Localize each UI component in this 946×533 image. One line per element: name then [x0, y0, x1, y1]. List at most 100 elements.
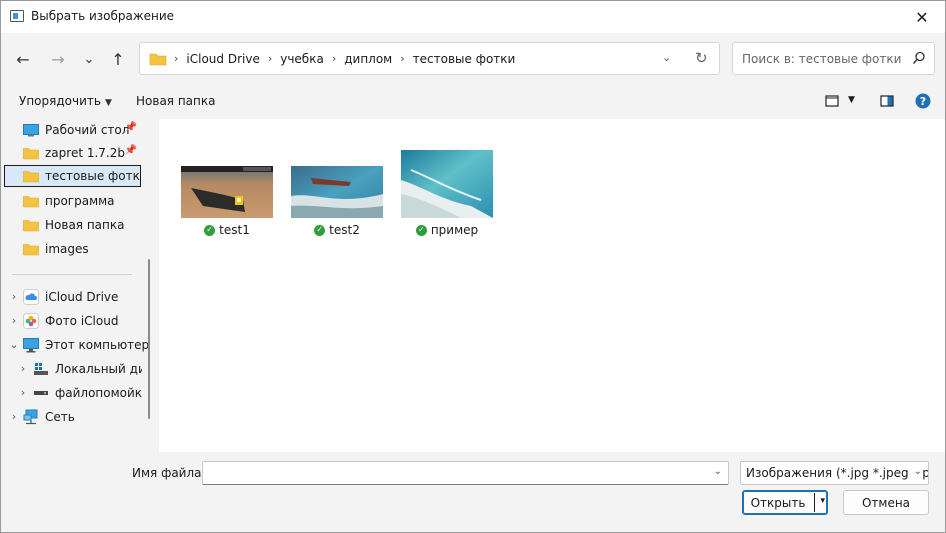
- help-button[interactable]: ?: [915, 93, 931, 112]
- sidebar-item-this-pc[interactable]: Этот компьютер: [23, 334, 148, 356]
- sidebar-item-label: Рабочий стол: [45, 123, 130, 137]
- sidebar-item-label: Этот компьютер: [45, 338, 148, 352]
- folder-icon: [23, 145, 39, 161]
- sidebar-item-label: Фото iCloud: [45, 314, 119, 328]
- photos-icon: [23, 313, 39, 329]
- filename-label: Имя файла:: [132, 466, 206, 480]
- help-icon-glyph: ?: [920, 95, 926, 108]
- pin-icon: 📌: [124, 122, 137, 133]
- sidebar-item-programma[interactable]: программа: [23, 190, 141, 212]
- expand-chevron-icon[interactable]: ›: [17, 386, 29, 399]
- sync-status-icon: ✓: [204, 224, 216, 236]
- breadcrumb: › iCloud Drive › учебка › диплом › тесто…: [174, 43, 515, 74]
- folder-icon: [149, 52, 167, 69]
- file-type-select[interactable]: Изображения (*.jpg *.jpeg *.pr ⌄: [740, 461, 929, 485]
- drive-icon: [33, 385, 49, 401]
- open-options-caret[interactable]: ▾: [820, 496, 825, 506]
- up-button[interactable]: ↑: [105, 47, 131, 71]
- file-name: ✓ пример: [397, 222, 497, 238]
- view-options-caret[interactable]: ▼: [848, 95, 855, 105]
- file-thumbnail: [291, 166, 383, 218]
- organize-label: Упорядочить: [19, 94, 101, 108]
- sidebar-item-icloud-drive[interactable]: iCloud Drive: [23, 286, 141, 308]
- sidebar-item-label: программа: [45, 194, 115, 208]
- chevron-down-icon: ▼: [104, 98, 112, 108]
- open-button[interactable]: Открыть ▾: [742, 490, 828, 515]
- file-name: ✓ test2: [287, 222, 387, 238]
- expand-chevron-icon[interactable]: ›: [8, 410, 20, 423]
- cancel-button[interactable]: Отмена: [843, 490, 929, 515]
- split-separator: [814, 493, 815, 512]
- sidebar-item-local-disk[interactable]: Локальный диск: [33, 358, 142, 380]
- forward-button[interactable]: →: [45, 47, 71, 71]
- file-tile[interactable]: ✓ пример: [397, 150, 497, 238]
- recent-locations-button[interactable]: ⌄: [76, 47, 102, 71]
- breadcrumb-separator: ›: [400, 52, 405, 65]
- file-list: ✓ test1 ✓ test2 ✓ пример: [159, 119, 945, 452]
- sidebar-divider: [12, 274, 132, 275]
- preview-pane-button[interactable]: [880, 95, 894, 110]
- sidebar-item-label: iCloud Drive: [45, 290, 119, 304]
- sidebar-item-icloud-photos[interactable]: Фото iCloud: [23, 310, 141, 332]
- address-bar[interactable]: › iCloud Drive › учебка › диплом › тесто…: [139, 42, 720, 75]
- sidebar-item-label: zapret 1.7.2b: [45, 146, 125, 160]
- new-folder-button[interactable]: Новая папка: [136, 94, 215, 108]
- file-label: пример: [430, 223, 479, 237]
- close-button[interactable]: ✕: [899, 1, 945, 33]
- file-thumbnail: [401, 150, 493, 218]
- search-box[interactable]: Поиск в: тестовые фотки: [732, 42, 935, 75]
- dialog-footer: Имя файла: ⌄ Изображения (*.jpg *.jpeg *…: [1, 452, 945, 532]
- expand-chevron-icon[interactable]: ›: [8, 290, 20, 303]
- dialog-title: Выбрать изображение: [31, 9, 175, 23]
- search-placeholder: Поиск в: тестовые фотки: [742, 52, 902, 66]
- filename-input[interactable]: ⌄: [202, 461, 729, 485]
- sidebar-item-label: Сеть: [45, 410, 75, 424]
- sidebar-item-new-folder[interactable]: Новая папка: [23, 214, 141, 236]
- breadcrumb-item-diplom[interactable]: диплом: [344, 52, 392, 66]
- file-tile[interactable]: ✓ test2: [287, 166, 387, 238]
- icloud-icon: [23, 289, 39, 305]
- file-tile[interactable]: ✓ test1: [177, 166, 277, 238]
- folder-icon: [23, 217, 39, 233]
- breadcrumb-separator: ›: [267, 52, 273, 65]
- sidebar-item-desktop[interactable]: Рабочий стол 📌: [23, 119, 141, 141]
- sidebar-scrollbar[interactable]: [148, 259, 150, 419]
- expand-chevron-icon[interactable]: ›: [8, 314, 20, 327]
- sidebar-item-zapret[interactable]: zapret 1.7.2b 📌: [23, 142, 141, 164]
- sidebar-item-network[interactable]: Сеть: [23, 406, 141, 428]
- desktop-icon: [23, 122, 39, 138]
- folder-icon: [23, 168, 39, 184]
- file-type-value: Изображения (*.jpg *.jpeg *.pr: [746, 466, 929, 480]
- dialog-icon: [10, 10, 24, 22]
- file-thumbnail: [181, 166, 273, 218]
- folder-icon: [23, 241, 39, 257]
- organize-button[interactable]: Упорядочить ▼: [19, 94, 112, 108]
- file-name: ✓ test1: [177, 222, 277, 238]
- title-bar: Выбрать изображение ✕: [1, 1, 945, 33]
- refresh-button[interactable]: ↻: [695, 49, 708, 67]
- sidebar-item-label: images: [45, 242, 89, 256]
- sidebar-item-label: Новая папка: [45, 218, 125, 232]
- breadcrumb-separator: ›: [331, 52, 337, 65]
- breadcrumb-item-icloud[interactable]: iCloud Drive: [186, 52, 259, 66]
- change-view-button[interactable]: [825, 95, 839, 110]
- sidebar-item-images[interactable]: images: [23, 238, 141, 260]
- folder-icon: [23, 193, 39, 209]
- sidebar-item-test-photos[interactable]: тестовые фотки: [4, 165, 141, 187]
- sidebar-item-file-dump[interactable]: файлопомойка: [33, 382, 142, 404]
- breadcrumb-item-test-photos[interactable]: тестовые фотки: [413, 52, 516, 66]
- breadcrumb-item-uchebka[interactable]: учебка: [280, 52, 324, 66]
- back-button[interactable]: ←: [10, 47, 36, 71]
- chevron-down-icon[interactable]: ⌄: [714, 466, 722, 477]
- search-icon[interactable]: [912, 51, 926, 68]
- expand-chevron-icon[interactable]: ›: [17, 362, 29, 375]
- command-bar: Упорядочить ▼ Новая папка ▼ ?: [1, 85, 945, 119]
- network-icon: [23, 409, 39, 425]
- breadcrumb-separator: ›: [174, 52, 179, 65]
- collapse-chevron-icon[interactable]: ⌄: [8, 338, 20, 351]
- computer-icon: [23, 337, 39, 353]
- file-label: test2: [329, 223, 360, 237]
- address-dropdown-button[interactable]: ⌄: [662, 51, 671, 64]
- file-open-dialog: Выбрать изображение ✕ ← → ⌄ ↑ › iCloud D…: [0, 0, 946, 533]
- pin-icon: 📌: [124, 145, 137, 156]
